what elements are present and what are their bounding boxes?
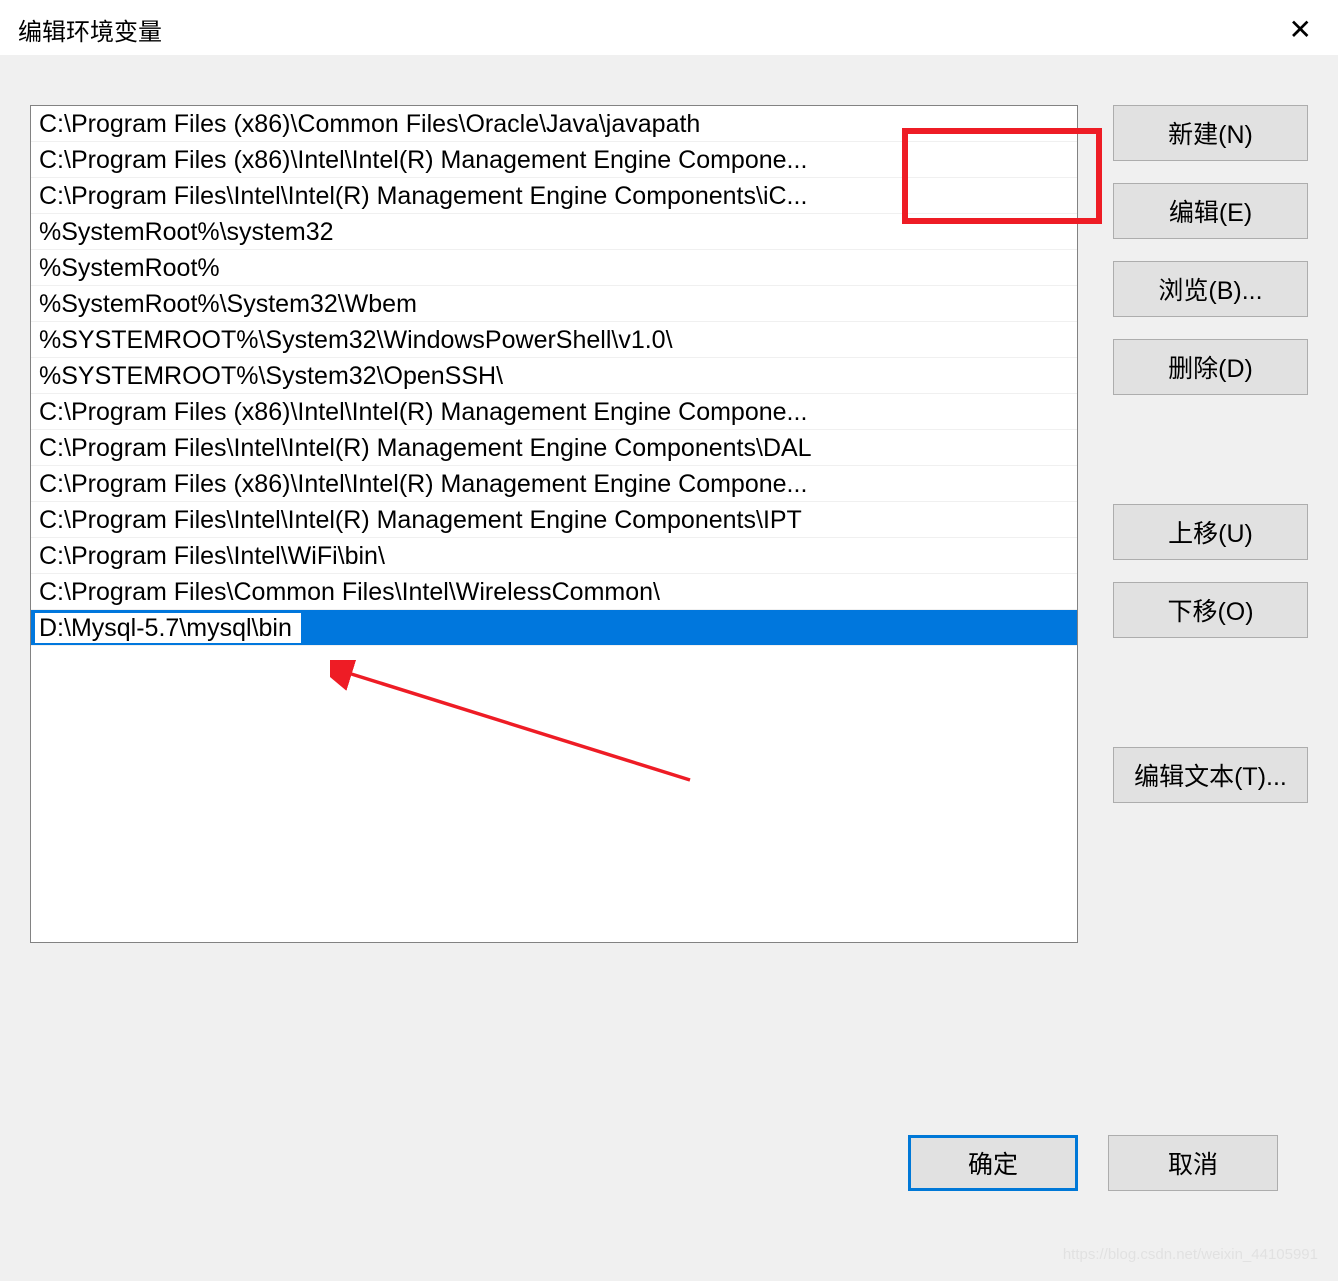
cancel-button[interactable]: 取消 [1108,1135,1278,1191]
main-row: C:\Program Files (x86)\Common Files\Orac… [30,105,1308,1105]
dialog-title: 编辑环境变量 [18,12,162,47]
edittext-button[interactable]: 编辑文本(T)... [1113,747,1308,803]
list-item[interactable]: C:\Program Files\Intel\Intel(R) Manageme… [31,178,1077,214]
list-item[interactable]: C:\Program Files\Intel\WiFi\bin\ [31,538,1077,574]
list-item[interactable]: C:\Program Files (x86)\Intel\Intel(R) Ma… [31,466,1077,502]
list-item[interactable]: C:\Program Files\Common Files\Intel\Wire… [31,574,1077,610]
list-item[interactable]: C:\Program Files\Intel\Intel(R) Manageme… [31,502,1077,538]
browse-button[interactable]: 浏览(B)... [1113,261,1308,317]
list-item[interactable]: %SYSTEMROOT%\System32\WindowsPowerShell\… [31,322,1077,358]
spacer [1113,417,1308,482]
delete-button[interactable]: 删除(D) [1113,339,1308,395]
titlebar: 编辑环境变量 ✕ [0,0,1338,55]
buttons-column: 新建(N) 编辑(E) 浏览(B)... 删除(D) 上移(U) 下移(O) 编… [1113,105,1308,1105]
list-item[interactable]: C:\Program Files (x86)\Intel\Intel(R) Ma… [31,394,1077,430]
moveup-button[interactable]: 上移(U) [1113,504,1308,560]
edit-button[interactable]: 编辑(E) [1113,183,1308,239]
new-button[interactable]: 新建(N) [1113,105,1308,161]
list-item[interactable]: C:\Program Files (x86)\Intel\Intel(R) Ma… [31,142,1077,178]
list-item-editing[interactable] [31,610,1077,646]
list-item[interactable]: %SystemRoot% [31,250,1077,286]
ok-button[interactable]: 确定 [908,1135,1078,1191]
list-item[interactable]: %SystemRoot%\System32\Wbem [31,286,1077,322]
list-item[interactable]: C:\Program Files\Intel\Intel(R) Manageme… [31,430,1077,466]
movedown-button[interactable]: 下移(O) [1113,582,1308,638]
path-list[interactable]: C:\Program Files (x86)\Common Files\Orac… [30,105,1078,943]
edit-env-var-dialog: 编辑环境变量 ✕ C:\Program Files (x86)\Common F… [0,0,1338,1281]
watermark-text: https://blog.csdn.net/weixin_44105991 [1063,1246,1318,1263]
list-item[interactable]: C:\Program Files (x86)\Common Files\Orac… [31,106,1077,142]
path-edit-input[interactable] [34,612,302,644]
footer-buttons: 确定 取消 [30,1105,1308,1251]
close-icon[interactable]: ✕ [1281,16,1320,44]
list-item[interactable]: %SYSTEMROOT%\System32\OpenSSH\ [31,358,1077,394]
list-item[interactable]: %SystemRoot%\system32 [31,214,1077,250]
spacer [1113,660,1308,725]
content-area: C:\Program Files (x86)\Common Files\Orac… [0,55,1338,1281]
